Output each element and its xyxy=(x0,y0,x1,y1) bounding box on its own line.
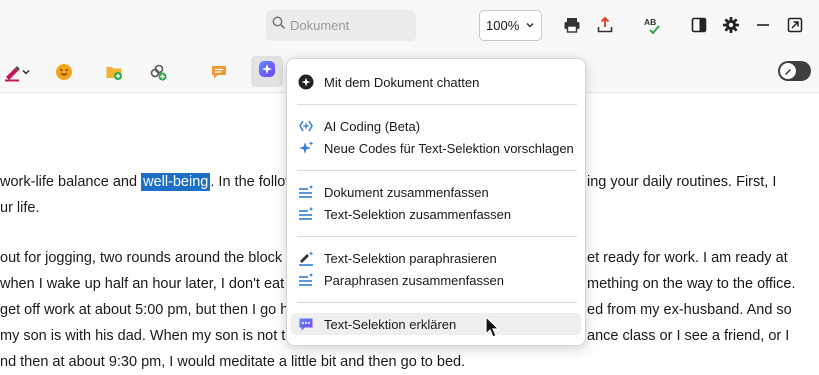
print-icon[interactable] xyxy=(562,15,582,35)
document-line: out for jogging, two rounds around the b… xyxy=(0,250,295,266)
menu-separator xyxy=(297,302,577,303)
spellcheck-icon[interactable]: AB xyxy=(642,15,662,35)
code-ai-icon xyxy=(298,118,314,134)
menu-item-label: Dokument zusammenfassen xyxy=(324,184,489,200)
menu-separator xyxy=(297,104,577,105)
menu-item-label: Text-Selektion erklären xyxy=(324,316,457,332)
sparkle-icon xyxy=(298,140,314,156)
menu-item-paraphrase-selection[interactable]: Text-Selektion paraphrasieren xyxy=(287,247,585,269)
minimize-icon[interactable] xyxy=(753,15,773,35)
document-line: my son is with his dad. When my son is n… xyxy=(0,328,286,344)
menu-separator xyxy=(297,236,577,237)
document-line: et ready for work. I am ready at xyxy=(587,250,788,266)
menu-item-summarize-selection[interactable]: Text-Selektion zusammenfassen xyxy=(287,203,585,225)
text-fragment: work-life balance and xyxy=(0,174,142,190)
document-line: get off work at about 5:00 pm, but then … xyxy=(0,302,297,318)
link-add-icon[interactable] xyxy=(147,61,169,83)
gear-icon[interactable] xyxy=(721,15,741,35)
menu-item-chat-document[interactable]: Mit dem Dokument chatten xyxy=(287,71,585,93)
text-selection[interactable]: well-being xyxy=(141,173,211,191)
menu-item-label: Paraphrasen zusammenfassen xyxy=(324,272,504,288)
document-line: mething on the way to the office. xyxy=(587,276,796,292)
search-placeholder: Dokument xyxy=(290,18,350,33)
ai-assistant-icon xyxy=(258,60,276,83)
document-line: ed from my ex-husband. And so xyxy=(587,302,792,318)
mouse-cursor-icon xyxy=(485,315,501,340)
menu-item-label: Text-Selektion paraphrasieren xyxy=(324,250,497,266)
document-line: ing your daily routines. First, I xyxy=(587,174,777,190)
svg-text:AB: AB xyxy=(644,17,656,27)
document-line: nd then at about 9:30 pm, I would medita… xyxy=(0,354,466,370)
edit-toggle[interactable] xyxy=(778,61,811,81)
menu-item-suggest-codes[interactable]: Neue Codes für Text-Selektion vorschlage… xyxy=(287,137,585,159)
panel-icon[interactable] xyxy=(689,15,709,35)
menu-item-summarize-document[interactable]: Dokument zusammenfassen xyxy=(287,181,585,203)
chevron-down-icon xyxy=(525,17,535,35)
document-line: ur life. xyxy=(0,200,40,216)
document-line: work-life balance and well-being. In the… xyxy=(0,173,299,191)
zoom-value: 100% xyxy=(486,18,520,33)
chat-ai-icon xyxy=(298,74,314,90)
explain-icon xyxy=(298,316,314,332)
emoji-icon[interactable] xyxy=(53,61,75,83)
menu-item-label: Text-Selektion zusammenfassen xyxy=(324,206,512,222)
summarize-selection-icon xyxy=(298,206,314,222)
edit-toggle-icon xyxy=(780,63,796,79)
top-toolbar: Dokument 100% AB xyxy=(0,0,819,50)
menu-item-label: Mit dem Dokument chatten xyxy=(324,74,480,90)
summarize-icon xyxy=(298,184,314,200)
folder-add-icon[interactable] xyxy=(103,61,125,83)
comment-icon[interactable] xyxy=(208,61,230,83)
restore-icon[interactable] xyxy=(785,15,805,35)
menu-item-label: Neue Codes für Text-Selektion vorschlage… xyxy=(324,140,574,156)
menu-item-explain-selection[interactable]: Text-Selektion erklären xyxy=(291,313,581,335)
document-line: ance class or I see a friend, or I xyxy=(587,328,790,344)
menu-separator xyxy=(297,170,577,171)
search-field[interactable]: Dokument xyxy=(266,10,416,41)
share-icon[interactable] xyxy=(595,15,615,35)
paraphrase-icon xyxy=(298,250,314,266)
menu-item-label: AI Coding (Beta) xyxy=(324,118,421,134)
menu-item-summarize-paraphrases[interactable]: Paraphrasen zusammenfassen xyxy=(287,269,585,291)
ai-dropdown-menu: Mit dem Dokument chatten AI Coding (Beta… xyxy=(286,58,586,346)
summarize-paraphrase-icon xyxy=(298,272,314,288)
chevron-down-icon[interactable] xyxy=(20,61,32,83)
document-line: when I wake up half an hour later, I don… xyxy=(0,276,285,292)
menu-item-ai-coding[interactable]: AI Coding (Beta) xyxy=(287,115,585,137)
zoom-select[interactable]: 100% xyxy=(479,10,542,41)
ai-assistant-button[interactable] xyxy=(251,56,283,87)
search-icon xyxy=(272,16,286,35)
